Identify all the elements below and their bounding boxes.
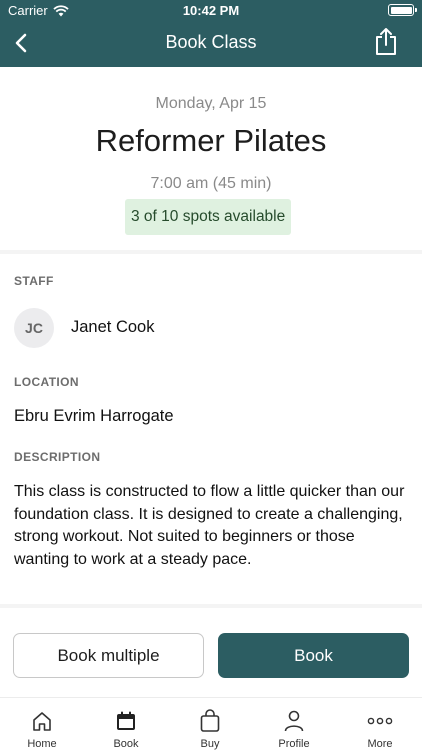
class-time: 7:00 am (45 min) [150,175,272,192]
class-summary: Monday, Apr 15 Reformer Pilates 7:00 am … [0,67,422,250]
tab-more[interactable]: More [338,698,422,750]
share-button[interactable] [372,26,400,56]
section-divider [0,604,422,608]
nav-bar: Book Class [0,20,422,67]
battery-icon [388,4,417,16]
tab-profile-label: Profile [278,738,310,750]
tab-more-label: More [367,738,393,750]
tab-book-label: Book [113,738,139,750]
class-description: This class is constructed to flow a litt… [14,483,405,568]
book-button[interactable]: Book [218,633,409,678]
more-icon [367,708,393,734]
tab-home[interactable]: Home [0,698,84,750]
class-date: Monday, Apr 15 [155,95,267,112]
section-divider [0,250,422,254]
person-icon [281,708,307,734]
description-label: DESCRIPTION [14,450,101,464]
class-name: Reformer Pilates [95,123,327,158]
location-name[interactable]: Ebru Evrim Harrogate [14,407,174,426]
header-bar: Carrier 10:42 PM Book Class [0,0,422,67]
tab-home-label: Home [27,738,57,750]
tab-profile[interactable]: Profile [252,698,336,750]
page-title: Book Class [165,32,257,52]
shopping-bag-icon [197,708,223,734]
book-multiple-button[interactable]: Book multiple [13,633,204,678]
staff-label: STAFF [14,274,54,288]
staff-name[interactable]: Janet Cook [71,318,154,337]
calendar-icon [113,708,139,734]
share-icon [376,28,396,55]
tab-bar: Home Book Buy Profile More [0,697,422,750]
home-icon [29,708,55,734]
spots-badge: 3 of 10 spots available [125,199,292,235]
tab-buy-label: Buy [200,738,220,750]
avatar: JC [14,308,54,348]
status-bar: Carrier 10:42 PM [0,0,422,20]
status-time: 10:42 PM [182,3,240,18]
tab-buy[interactable]: Buy [168,698,252,750]
tab-book[interactable]: Book [84,698,168,750]
location-label: LOCATION [14,375,79,389]
